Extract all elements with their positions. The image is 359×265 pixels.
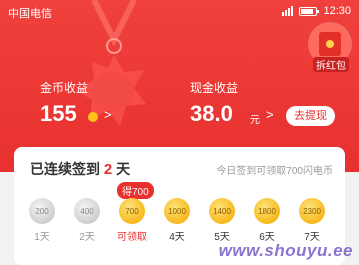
battery-icon: [299, 6, 320, 16]
checkin-day-1: 200 1天: [24, 198, 60, 243]
cash-income-label: 现金收益: [190, 81, 239, 95]
status-time: 12:30: [323, 5, 351, 17]
gold-coin-icon: 1000: [164, 198, 190, 224]
checkin-day-7: 2300 7天: [294, 198, 330, 243]
silver-coin-icon: 200: [29, 198, 55, 224]
day-label: 1天: [34, 232, 50, 243]
checkin-title: 已连续签到 2 天: [30, 159, 130, 179]
gold-coin-icon: 1800: [254, 198, 280, 224]
status-indicators: 12:30: [282, 5, 351, 17]
signal-icon: [282, 6, 294, 16]
coin-income-value[interactable]: 155: [40, 101, 77, 127]
cash-unit: 元: [250, 115, 260, 126]
day-label: 2天: [79, 232, 95, 243]
checkin-title-prefix: 已连续签到: [30, 161, 100, 177]
claim-label[interactable]: 可领取: [114, 228, 150, 243]
silver-coin-icon: 400: [74, 198, 100, 224]
checkin-day-2: 400 2天: [69, 198, 105, 243]
coin-income-arrow-icon[interactable]: >: [104, 107, 112, 122]
carrier-name: 中国电信: [8, 8, 52, 20]
cash-income-value[interactable]: 38.0: [190, 101, 233, 127]
gold-coin-icon: 1400: [209, 198, 235, 224]
red-packet-icon: [319, 32, 341, 56]
day-label: 4天: [169, 232, 185, 243]
reward-tooltip: 得700: [117, 182, 154, 203]
checkin-days-count: 2: [103, 161, 113, 178]
coin-income-label: 金币收益: [40, 81, 89, 95]
medal-decoration-icon: [76, 0, 146, 126]
withdraw-button[interactable]: 去提现: [286, 106, 335, 126]
checkin-hint: 今日签到可领取700闪电币: [216, 166, 333, 177]
gold-coin-icon[interactable]: 700: [119, 198, 145, 224]
checkin-day-6: 1800 6天: [249, 198, 285, 243]
checkin-day-4: 1000 4天: [159, 198, 195, 243]
gold-coin-icon: 2300: [299, 198, 325, 224]
red-packet-label[interactable]: 拆红包: [313, 57, 349, 72]
watermark: www.shouyu.ee: [218, 241, 353, 260]
cash-income-arrow-icon[interactable]: >: [266, 107, 274, 122]
checkin-day-5: 1400 5天: [204, 198, 240, 243]
screen: 中国电信 12:30 拆红包 金币收益 155 > 现金收益 38.0 元 > …: [0, 0, 359, 265]
status-bar: 中国电信 12:30: [0, 0, 359, 24]
checkin-day-3[interactable]: 700 可领取: [114, 198, 150, 243]
coin-icon: [88, 112, 98, 122]
checkin-title-suffix: 天: [116, 161, 131, 177]
